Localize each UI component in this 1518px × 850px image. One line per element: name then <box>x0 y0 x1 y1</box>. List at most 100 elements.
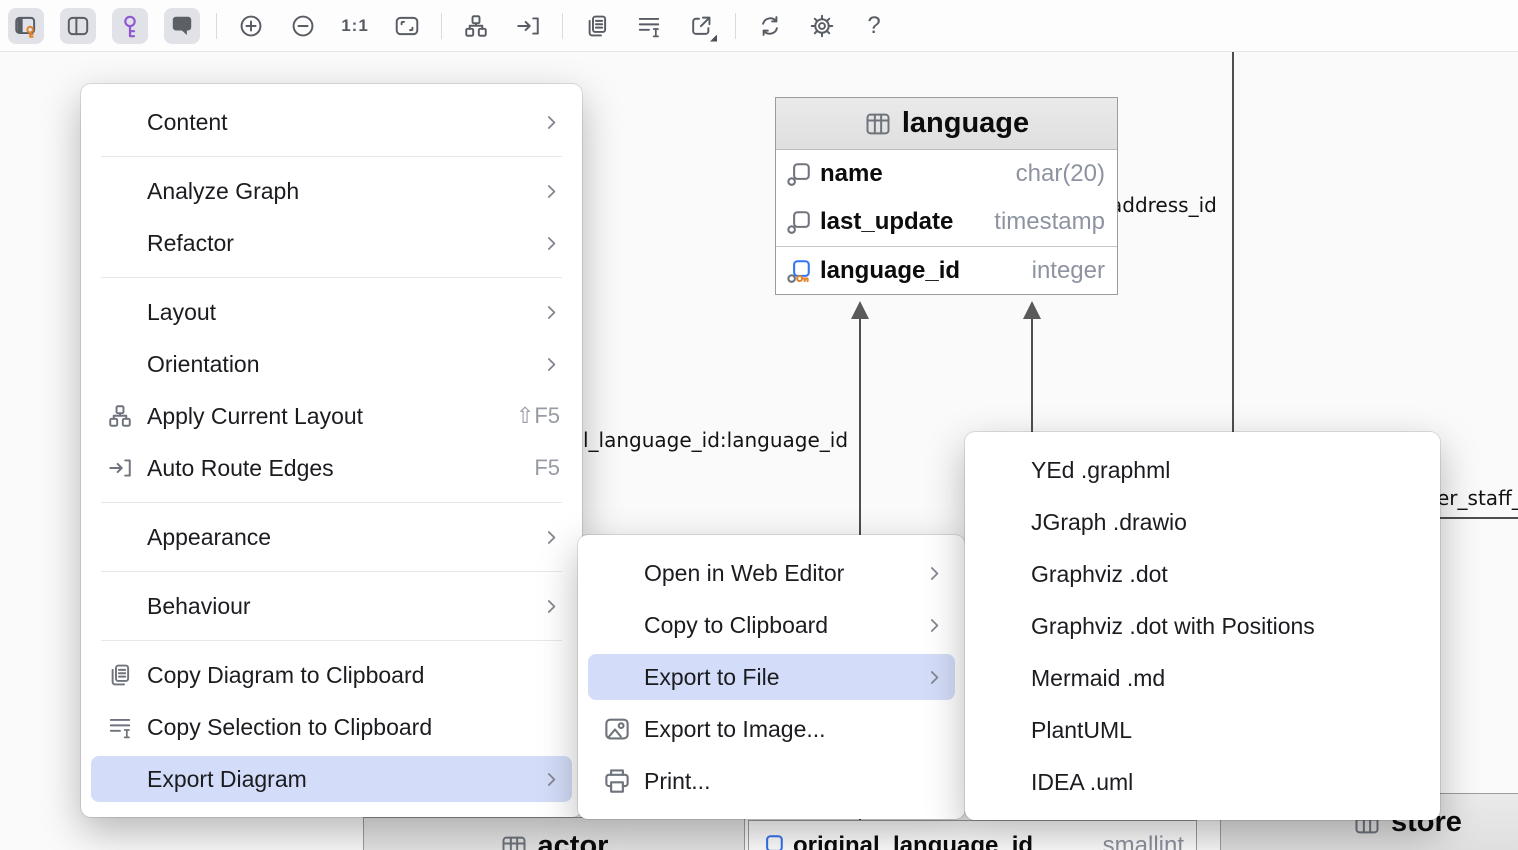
column-icon <box>786 209 812 235</box>
table-header-language[interactable]: language <box>776 98 1117 150</box>
table-node-actor[interactable]: actor <box>363 817 745 850</box>
fit-content-button[interactable] <box>389 8 425 44</box>
chevron-right-icon <box>543 235 560 252</box>
toolbar-separator <box>562 13 563 39</box>
menu-item-appearance[interactable]: Appearance <box>81 511 582 563</box>
menu-item-copy-diagram-to-clipboard[interactable]: Copy Diagram to Clipboard <box>81 649 582 701</box>
menu-item-label: Layout <box>147 299 519 326</box>
menu-item-refactor[interactable]: Refactor <box>81 217 582 269</box>
menu-item-layout[interactable]: Layout <box>81 286 582 338</box>
menu-item-icon-placeholder <box>989 767 1019 797</box>
menu-item-export-to-image[interactable]: Export to Image... <box>578 703 965 755</box>
menu-item-yed-graphml[interactable]: YEd .graphml <box>965 444 1440 496</box>
apply-current-layout-button[interactable] <box>458 8 494 44</box>
menu-item-label: JGraph .drawio <box>1031 509 1418 536</box>
zoom-in-icon <box>238 13 264 39</box>
diagram-toolbar: 1:1? <box>0 0 1518 52</box>
menu-item-copy-selection-to-clipboard[interactable]: Copy Selection to Clipboard <box>81 701 582 753</box>
menu-item-label: PlantUML <box>1031 717 1418 744</box>
menu-item-behaviour[interactable]: Behaviour <box>81 580 582 632</box>
columns-view-button[interactable] <box>60 8 96 44</box>
menu-item-label: Appearance <box>147 524 519 551</box>
column-type: smallint <box>1103 832 1184 850</box>
menu-item-open-in-web-editor[interactable]: Open in Web Editor <box>578 547 965 599</box>
table-node-language[interactable]: language namechar(20)last_updatetimestam… <box>775 97 1118 295</box>
column-name: original_language_id <box>793 832 1033 850</box>
table-column-row[interactable]: original_language_id smallint <box>749 821 1196 850</box>
copy-selection-button[interactable] <box>631 8 667 44</box>
column-name: name <box>820 160 883 188</box>
menu-item-icon-placeholder <box>602 662 632 692</box>
table-details-view-button[interactable] <box>8 8 44 44</box>
columns-icon <box>65 13 91 39</box>
zoom-out-icon <box>290 13 316 39</box>
menu-item-jgraph-drawio[interactable]: JGraph .drawio <box>965 496 1440 548</box>
menu-item-mermaid-md[interactable]: Mermaid .md <box>965 652 1440 704</box>
menu-item-orientation[interactable]: Orientation <box>81 338 582 390</box>
help-button[interactable]: ? <box>856 8 892 44</box>
menu-item-icon-placeholder <box>105 591 135 621</box>
chevron-right-icon <box>543 356 560 373</box>
menu-item-export-to-file[interactable]: Export to File <box>578 651 965 703</box>
settings-button[interactable] <box>804 8 840 44</box>
refresh-button[interactable] <box>752 8 788 44</box>
table-header-actor[interactable]: actor <box>364 818 744 850</box>
zoom-out-button[interactable] <box>285 8 321 44</box>
primary-key-icon <box>786 258 812 284</box>
chevron-right-icon <box>926 669 943 686</box>
menu-item-label: IDEA .uml <box>1031 769 1418 796</box>
menu-item-icon-placeholder <box>105 764 135 794</box>
show-comments-button[interactable] <box>164 8 200 44</box>
table-column-row-name[interactable]: namechar(20) <box>776 150 1117 198</box>
menu-item-label: Auto Route Edges <box>147 455 510 482</box>
chevron-right-icon <box>926 617 943 634</box>
menu-item-analyze-graph[interactable]: Analyze Graph <box>81 165 582 217</box>
menu-item-export-diagram[interactable]: Export Diagram <box>81 753 582 805</box>
menu-item-icon-placeholder <box>105 349 135 379</box>
toolbar-separator <box>735 13 736 39</box>
gear-icon <box>809 13 835 39</box>
menu-item-label: Open in Web Editor <box>644 560 902 587</box>
table-icon <box>500 833 528 850</box>
menu-item-icon-placeholder <box>989 611 1019 641</box>
chevron-right-icon <box>543 771 560 788</box>
menu-item-graphviz-dot[interactable]: Graphviz .dot <box>965 548 1440 600</box>
copy-diagram-button[interactable] <box>579 8 615 44</box>
menu-item-label: Apply Current Layout <box>147 403 492 430</box>
table-node-film[interactable]: original_language_id smallint <box>748 820 1197 850</box>
menu-item-label: Print... <box>644 768 943 795</box>
edge-arrowhead <box>851 301 869 319</box>
edge-label-staff: er_staff_ <box>1437 486 1518 510</box>
column-name: language_id <box>820 257 960 285</box>
export-diagram-button[interactable] <box>683 8 719 44</box>
menu-item-auto-route-edges[interactable]: Auto Route EdgesF5 <box>81 442 582 494</box>
chevron-right-icon <box>543 183 560 200</box>
menu-item-icon-placeholder <box>989 715 1019 745</box>
menu-item-content[interactable]: Content <box>81 96 582 148</box>
hierarchy-icon <box>105 401 135 431</box>
menu-separator <box>101 571 562 572</box>
menu-separator <box>101 156 562 157</box>
toolbar-separator <box>216 13 217 39</box>
route-icon <box>105 453 135 483</box>
column-name: last_update <box>820 208 953 236</box>
menu-item-icon-placeholder <box>989 663 1019 693</box>
menu-item-idea-uml[interactable]: IDEA .uml <box>965 756 1440 808</box>
show-key-columns-button[interactable] <box>112 8 148 44</box>
table-column-row-last-update[interactable]: last_updatetimestamp <box>776 198 1117 246</box>
menu-item-print[interactable]: Print... <box>578 755 965 807</box>
table-column-row-language-id[interactable]: language_idinteger <box>776 246 1117 294</box>
auto-route-edges-button[interactable] <box>510 8 546 44</box>
menu-item-label: Refactor <box>147 230 519 257</box>
menu-item-icon-placeholder <box>989 455 1019 485</box>
menu-item-label: Graphviz .dot <box>1031 561 1418 588</box>
menu-item-copy-to-clipboard[interactable]: Copy to Clipboard <box>578 599 965 651</box>
actual-size-button[interactable]: 1:1 <box>337 8 373 44</box>
menu-item-label: Export Diagram <box>147 766 519 793</box>
menu-item-plantuml[interactable]: PlantUML <box>965 704 1440 756</box>
fit-icon <box>394 13 420 39</box>
menu-item-graphviz-dot-with-positions[interactable]: Graphviz .dot with Positions <box>965 600 1440 652</box>
menu-item-apply-current-layout[interactable]: Apply Current Layout⇧F5 <box>81 390 582 442</box>
comment-icon <box>169 13 195 39</box>
zoom-in-button[interactable] <box>233 8 269 44</box>
